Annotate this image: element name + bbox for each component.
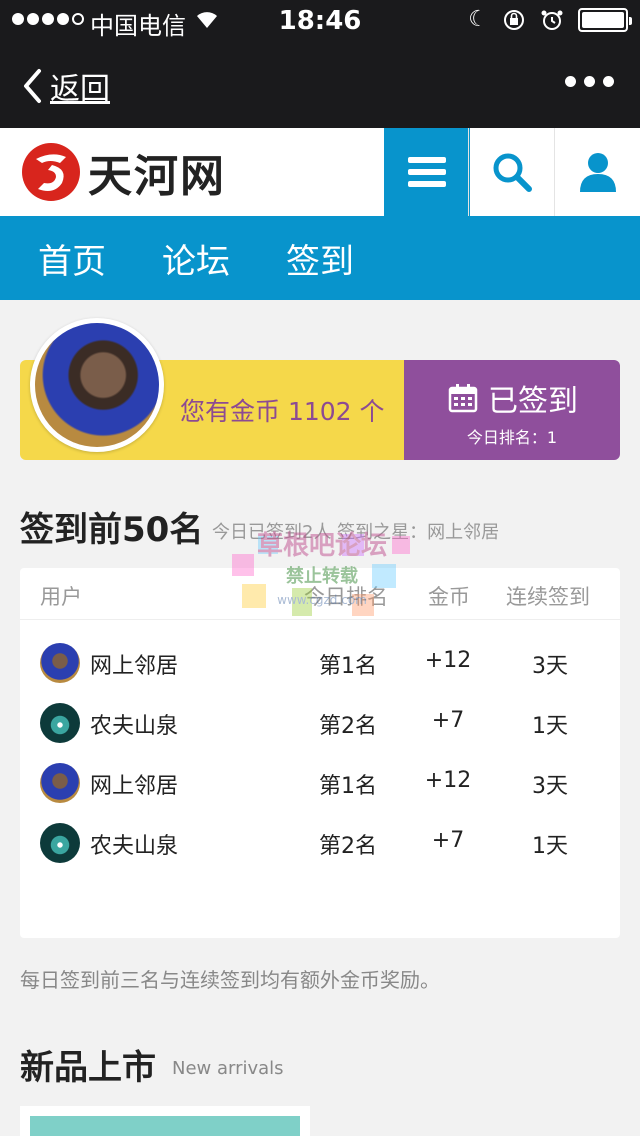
rank-cell: 第2名 [319,714,377,739]
coins-text: 您有金币 1102 个 [180,397,385,426]
alarm-icon [541,10,563,30]
streak-cell: 1天 [532,714,568,739]
site-logo[interactable]: 天河网 [22,140,226,204]
streak-cell: 3天 [532,774,568,799]
section-subtitle-new-arrivals: New arrivals [172,1058,284,1079]
search-button[interactable] [468,128,554,216]
top-bar: 中国电信 18:46 ☾ 返回 [0,0,640,128]
coins-cell: +12 [424,648,472,673]
watermark-line1: 草根吧论坛 [257,531,387,561]
col-streak: 连续签到 [506,585,590,609]
table-row[interactable]: 农夫山泉 第2名 +7 1天 [20,692,620,752]
user-button[interactable] [554,128,640,216]
watermark-line3: www.cgzd.com [277,593,367,607]
site-header: 天河网 [0,128,640,216]
main-nav: 首页 论坛 签到 [0,216,640,300]
watermark-image: 草根吧论坛 禁止转载 www.cgzd.com [232,531,410,616]
user-name: 网上邻居 [90,654,179,679]
col-coins: 金币 [428,585,470,609]
coins-cell: +7 [431,828,465,853]
section-title-new-arrivals: 新品上市 [20,1048,156,1088]
streak-cell: 1天 [532,834,568,859]
chevron-left-icon [24,69,41,103]
product-image [30,1116,300,1136]
back-button[interactable]: 返回 [22,64,110,108]
signed-label: 已签到 [488,384,578,419]
nav-bar: 返回 [0,40,640,128]
hamburger-icon [408,157,446,187]
status-bar: 中国电信 18:46 ☾ [0,0,640,40]
avatar[interactable] [30,318,164,452]
table-row[interactable]: 网上邻居 第1名 +12 3天 [20,752,620,812]
section-title-top50: 签到前50名 [20,510,204,550]
avatar [40,823,80,863]
avatar [40,643,80,683]
nav-item-checkin[interactable]: 签到 [286,234,354,283]
rotation-lock-icon [504,10,524,30]
bonus-note: 每日签到前三名与连续签到均有额外金币奖励。 [20,968,440,992]
watermark-line2: 禁止转载 [286,565,358,587]
moon-icon: ☾ [468,7,488,32]
logo-mark-icon [22,143,80,201]
streak-cell: 3天 [532,654,568,679]
table-row[interactable]: 农夫山泉 第2名 +7 1天 [20,812,620,872]
more-options-icon[interactable] [565,76,614,87]
user-icon [579,153,616,192]
nav-item-home[interactable]: 首页 [38,234,106,283]
nav-item-forum[interactable]: 论坛 [162,234,230,283]
avatar [40,763,80,803]
user-name: 农夫山泉 [90,714,179,739]
coins-cell: +12 [424,768,472,793]
col-user: 用户 [40,585,82,609]
menu-button[interactable] [384,128,470,216]
rank-today: 今日排名：1 [466,428,558,447]
rank-cell: 第1名 [319,774,377,799]
calendar-icon [448,384,478,413]
user-name: 网上邻居 [90,774,179,799]
product-card[interactable] [20,1106,310,1136]
rank-cell: 第2名 [319,834,377,859]
search-icon [493,153,532,192]
table-row[interactable]: 网上邻居 第1名 +12 3天 [20,632,620,692]
back-label: 返回 [50,72,110,107]
signed-in-button[interactable]: 已签到 今日排名：1 [404,360,620,460]
coins-cell: +7 [431,708,465,733]
user-name: 农夫山泉 [90,834,179,859]
battery-icon [578,8,632,32]
logo-text: 天河网 [88,151,226,202]
rank-cell: 第1名 [319,654,377,679]
avatar [40,703,80,743]
